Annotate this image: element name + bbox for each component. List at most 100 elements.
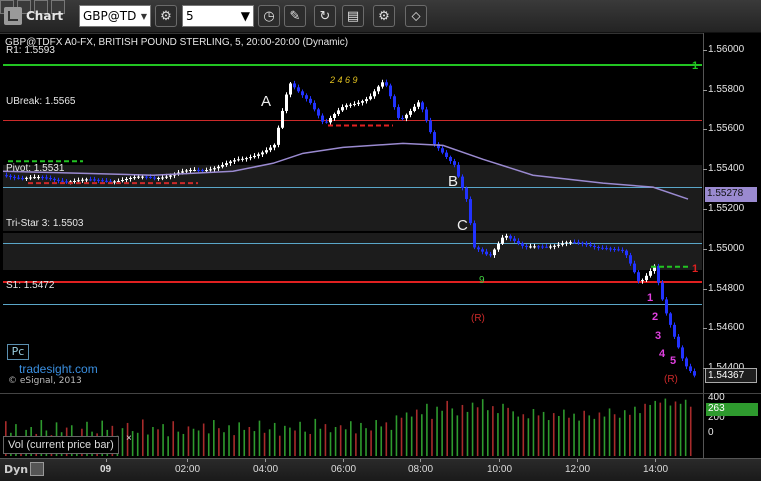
volume-bar [136,432,139,456]
candle-body [389,85,392,97]
volume-bar [167,436,169,456]
volume-bar [202,423,205,456]
candle-body [541,246,544,248]
candle-body [149,176,152,178]
settings-gear-icon[interactable]: ⚙ [155,5,177,27]
candle-body [521,243,524,246]
candle-body [409,110,412,115]
candle-body [185,170,188,172]
candle-body [433,132,436,145]
volume-bar [319,428,322,456]
volume-bar [593,418,596,456]
volume-bar [375,420,377,456]
candle-body [301,91,304,96]
volume-bar [436,406,438,456]
candle-body [333,113,336,118]
volume-bar [238,422,240,456]
candle-body [685,358,688,367]
countdown-3: 3 [655,330,662,342]
lbreak-count: 1 [692,263,699,275]
draw-pencil-icon[interactable]: ✎ [284,5,306,27]
close-study-icon[interactable]: × [126,433,132,444]
candle-body [93,179,96,181]
candle-body [133,177,136,179]
pc-button[interactable]: Pc [7,344,29,360]
volume-bar [263,432,266,456]
volume-bar [121,428,124,456]
setup-count-label: 9 [479,275,485,286]
candle-body [577,242,580,244]
candle-body [317,109,320,116]
candle-body [657,265,660,283]
candle-body [593,245,596,247]
volume-bar [537,415,540,456]
candle-body [417,102,420,107]
volume-bar [233,435,235,456]
clock-icon[interactable]: ◷ [258,5,280,27]
toolbar: Chart GBP@TD ▼ ⚙ 5 ▼ ◷ ✎ ↻ ▤ ⚙ ⬦ [0,0,761,33]
volume-bar [284,425,286,456]
price-tick-mark [703,248,707,250]
volume-bar [679,403,682,456]
price-tick-label: 1.55400 [708,163,745,175]
refresh-icon[interactable]: ↻ [314,5,336,27]
candle-body [161,177,164,179]
candle-body [425,109,428,121]
setup-yellow-label: 2 4 6 9 [330,75,358,85]
candle-body [365,99,368,102]
candle-body [245,158,248,160]
volume-bar [689,406,692,456]
link-icon[interactable]: ⬦ [405,5,427,27]
candle-body [141,176,144,178]
volume-study-label[interactable]: Vol (current price bar) [3,436,119,454]
candle-body [61,180,64,182]
countdown-1: 1 [647,292,654,304]
chart-app-icon [4,7,22,25]
price-tick-label: 1.55800 [708,83,745,95]
volume-bar [456,415,459,456]
time-tick-label: 09 [100,464,112,475]
candle-body [537,246,540,248]
interval-input[interactable]: 5 ▼ [182,5,254,27]
volume-bar [629,414,631,456]
candle-body [585,243,588,245]
candle-body [549,246,552,248]
copyright-text: © eSignal, 2013 [8,376,82,386]
volume-bar [451,408,454,456]
volume-bar [613,414,616,456]
dyn-tab-icon[interactable] [30,462,44,476]
volume-bar [131,431,134,456]
volume-bar [253,431,256,456]
interval-dropdown-icon[interactable]: ▼ [241,9,250,23]
candle-body [505,235,508,238]
volume-bar [684,399,687,456]
candle-body [597,246,600,248]
volume-bar [390,429,393,456]
candle-body [273,144,276,148]
interval-value: 5 [186,9,194,23]
candle-body [281,110,284,128]
candle-body [413,106,416,111]
dyn-tab[interactable]: Dyn [4,463,28,476]
candle-body [109,181,112,183]
symbol-input[interactable]: GBP@TD ▼ [79,5,151,27]
candle-body [261,152,264,155]
candle-body [197,169,200,171]
r1-count: 1 [692,60,699,72]
time-tick-label: 04:00 [253,464,279,475]
volume-bar [360,422,362,456]
volume-bar [507,407,509,456]
symbol-dropdown-icon[interactable]: ▼ [141,12,147,21]
candle-body [441,148,444,153]
volume-bar [339,425,342,456]
candle-body [17,177,20,179]
brand-link[interactable]: tradesight.com [19,362,98,376]
export-icon[interactable]: ▤ [342,5,364,27]
price-tick-label: 1.55000 [708,242,745,254]
candle-body [649,271,652,276]
candle-body [529,246,532,248]
volume-bar [314,418,317,456]
settings-2-icon[interactable]: ⚙ [373,5,395,27]
volume-bar [248,427,251,456]
volume-bar [152,427,154,456]
